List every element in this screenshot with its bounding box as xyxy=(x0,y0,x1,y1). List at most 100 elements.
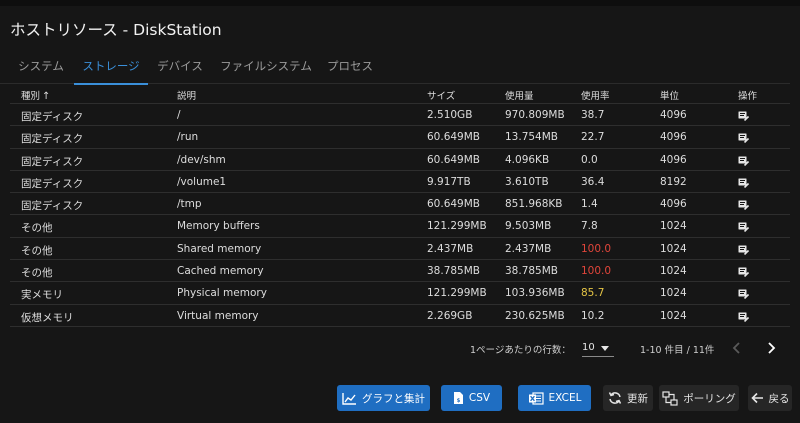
rows-per-page-select[interactable]: 10 xyxy=(582,339,614,357)
table-row: 固定ディスク/dev/shm 60.649MB 4.096KB 0.0 4096 xyxy=(10,149,790,171)
polling-button-label: ポーリング xyxy=(683,392,736,405)
chart-summary-button-label: グラフと集計 xyxy=(362,392,425,405)
cell-unit: 8192 xyxy=(660,175,687,188)
cell-description: Memory buffers xyxy=(177,220,260,233)
edit-note-icon[interactable] xyxy=(738,311,749,322)
column-header-size[interactable]: サイズ xyxy=(427,88,455,102)
cell-size: 2.510GB xyxy=(427,109,473,121)
edit-note-icon[interactable] xyxy=(738,199,749,211)
cell-used: 851.968KB xyxy=(505,198,563,211)
back-button[interactable]: 戻る xyxy=(748,385,792,411)
edit-note-icon[interactable] xyxy=(738,110,749,121)
table-row: 固定ディスク / 2.510GB 970.809MB 38.7 4096 xyxy=(10,104,790,127)
edit-note-icon[interactable] xyxy=(738,132,749,144)
csv-file-icon: $ xyxy=(453,392,463,404)
table-body: 固定ディスク/2.510GB 970.809MB 38.7 4096 固定ディスク/ru… xyxy=(10,104,790,327)
cell-used: 970.809MB xyxy=(505,109,565,121)
csv-export-button-label: CSV xyxy=(468,392,491,404)
arrow-up-icon: ↑ xyxy=(42,91,51,102)
cell-type: その他 xyxy=(21,244,53,257)
edit-note-icon[interactable] xyxy=(738,266,749,278)
cell-used: 230.625MB xyxy=(505,309,565,322)
cell-unit: 1024 xyxy=(660,287,687,300)
cell-usage-rate: 1.4 xyxy=(581,198,598,211)
cell-description: /volume1 xyxy=(177,175,227,188)
tab-bar: システム ストレージ デバイス ファイルシステム プロセス xyxy=(0,54,790,85)
edit-note-icon[interactable] xyxy=(738,155,749,166)
table-row: 固定ディスク/volume1 9.917TB 3.610TB 36.4 8192 xyxy=(10,171,790,194)
excel-icon xyxy=(528,391,544,405)
tab-storage[interactable]: ストレージ xyxy=(74,54,148,85)
cell-unit: 4096 xyxy=(660,131,687,144)
cell-description: Physical memory xyxy=(177,287,267,300)
cell-used: 103.936MB xyxy=(505,287,565,300)
tab-devices[interactable]: デバイス xyxy=(156,54,204,84)
tab-processes[interactable]: プロセス xyxy=(324,54,376,84)
cell-size: 38.785MB xyxy=(427,265,481,278)
page-title: ホストリソース - DiskStation xyxy=(10,21,222,39)
cell-usage-rate: 7.8 xyxy=(581,220,598,233)
edit-note-icon[interactable] xyxy=(738,244,749,255)
refresh-button[interactable]: 更新 xyxy=(603,385,653,411)
cell-size: 60.649MB xyxy=(427,198,481,211)
cell-size: 2.269GB xyxy=(427,309,473,322)
caret-down-icon xyxy=(601,346,609,351)
column-header-description[interactable]: 説明 xyxy=(177,88,196,102)
cell-unit: 4096 xyxy=(660,198,687,211)
cell-type: その他 xyxy=(21,222,53,235)
cell-size: 121.299MB xyxy=(427,220,487,233)
prev-page-button[interactable] xyxy=(730,340,744,356)
cell-used: 3.610TB xyxy=(505,175,549,188)
chevron-right-icon xyxy=(768,342,776,354)
csv-export-button[interactable]: $ CSV xyxy=(441,385,502,411)
cell-description: /dev/shm xyxy=(177,153,226,166)
column-header-type-label: 種別 xyxy=(21,91,41,102)
rows-per-page-value: 10 xyxy=(582,342,595,353)
cell-unit: 1024 xyxy=(660,309,687,322)
cell-type: 仮想メモリ xyxy=(21,311,74,324)
cell-usage-rate: 100.0 xyxy=(581,265,612,278)
chart-summary-button[interactable]: グラフと集計 xyxy=(337,385,430,411)
rows-per-page-label: 1ページあたりの行数： xyxy=(470,345,571,356)
excel-export-button[interactable]: EXCEL xyxy=(518,385,591,411)
table-row: 実メモリ Physical memory 121.299MB 103.936MB 85.… xyxy=(10,282,790,305)
table-row: その他 Cached memory 38.785MB 38.785MB 100.0 102… xyxy=(10,260,790,283)
next-page-button[interactable] xyxy=(764,340,778,356)
cell-usage-rate: 0.0 xyxy=(581,153,598,166)
cell-type: 固定ディスク xyxy=(21,111,84,123)
excel-export-button-label: EXCEL xyxy=(548,392,582,404)
cell-type: 固定ディスク xyxy=(21,177,84,190)
svg-text:$: $ xyxy=(457,398,461,404)
column-header-unit[interactable]: 単位 xyxy=(660,88,679,102)
edit-note-icon[interactable] xyxy=(738,288,749,300)
cell-size: 60.649MB xyxy=(427,153,481,166)
column-header-usage-rate[interactable]: 使用率 xyxy=(581,88,610,102)
tab-filesystem[interactable]: ファイルシステム xyxy=(218,54,314,84)
column-header-type[interactable]: 種別 ↑ xyxy=(21,88,50,102)
polling-icon xyxy=(662,390,678,406)
edit-note-icon[interactable] xyxy=(738,221,749,233)
cell-type: 固定ディスク xyxy=(21,155,84,168)
polling-button[interactable]: ポーリング xyxy=(659,385,739,411)
cell-type: 固定ディスク xyxy=(21,200,84,213)
cell-type: 実メモリ xyxy=(21,289,63,302)
table-header: 種別 ↑ 説明 サイズ 使用量 使用率 単位 操作 xyxy=(10,84,790,104)
table-row: その他 Shared memory 2.437MB 2.437MB 100.0 1024 xyxy=(10,238,790,261)
cell-used: 38.785MB xyxy=(505,265,559,278)
table-row: 固定ディスク/run 60.649MB 13.754MB 22.7 4096 xyxy=(10,126,790,149)
cell-size: 60.649MB xyxy=(427,131,481,144)
cell-description: / xyxy=(177,109,181,121)
cell-used: 9.503MB xyxy=(505,220,552,233)
cell-used: 2.437MB xyxy=(505,242,552,255)
cell-unit: 4096 xyxy=(660,109,687,121)
cell-description: Shared memory xyxy=(177,242,262,255)
cell-used: 4.096KB xyxy=(505,153,550,166)
cell-unit: 1024 xyxy=(660,265,687,278)
column-header-used[interactable]: 使用量 xyxy=(505,88,534,102)
refresh-button-label: 更新 xyxy=(627,392,648,405)
arrow-left-icon xyxy=(750,392,763,404)
tab-system[interactable]: システム xyxy=(14,54,68,84)
cell-usage-rate: 10.2 xyxy=(581,309,605,322)
line-chart-icon xyxy=(342,392,356,405)
edit-note-icon[interactable] xyxy=(738,177,749,188)
